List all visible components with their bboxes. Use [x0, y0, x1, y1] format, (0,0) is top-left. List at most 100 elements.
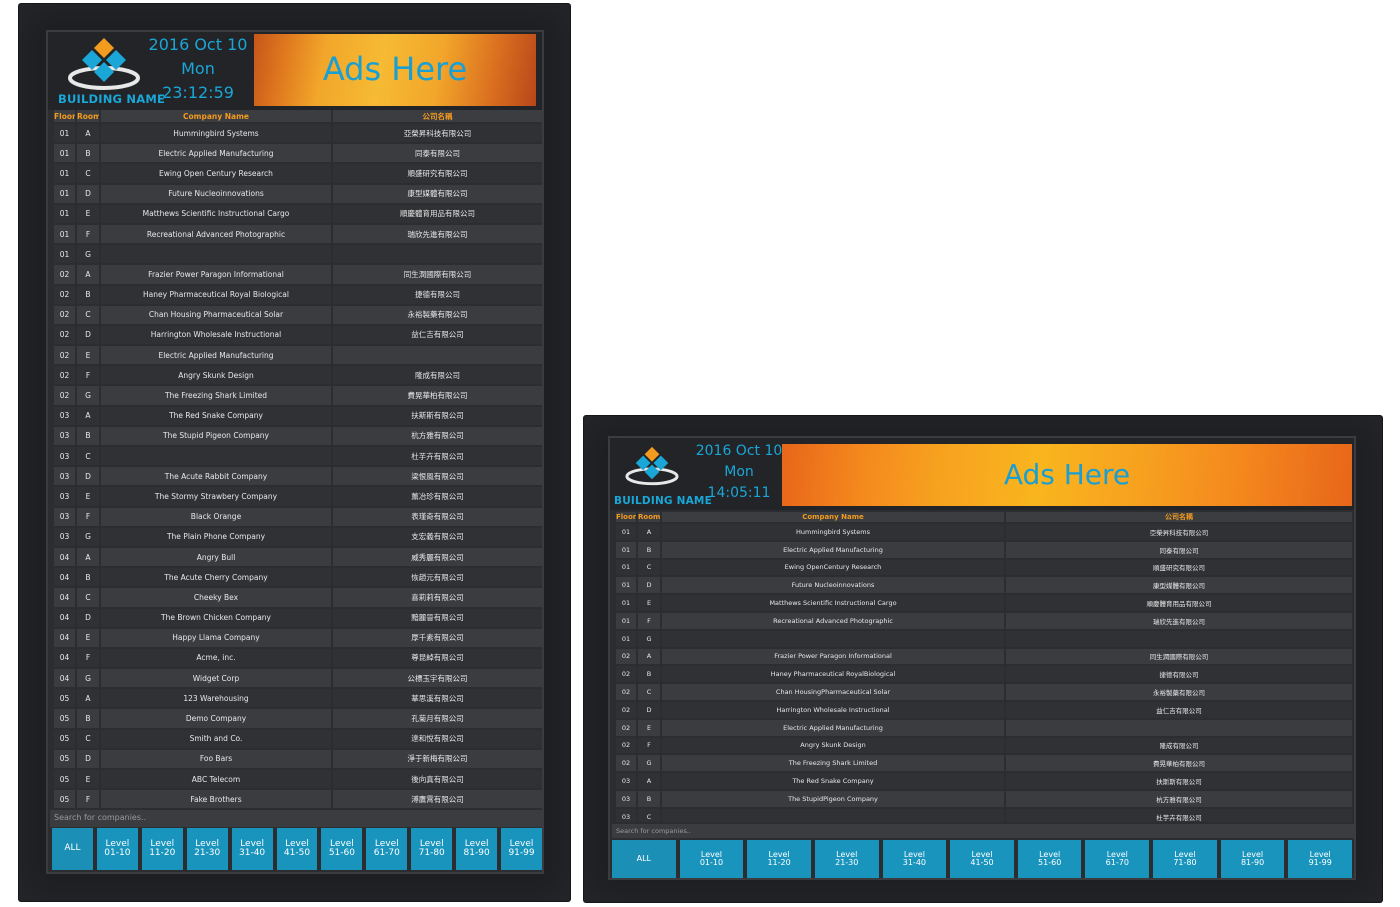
col-company-header: Company Name: [101, 110, 331, 122]
level-filter-button[interactable]: Level 31-40: [882, 840, 947, 878]
level-filter-button[interactable]: Level 21-30: [186, 828, 228, 870]
table-row[interactable]: 01 G: [616, 630, 1352, 647]
chinese-name-cell: 淨于新梅有限公司: [333, 749, 542, 768]
search-input[interactable]: Search for companies..: [612, 824, 1354, 838]
all-levels-button[interactable]: ALL: [52, 828, 93, 870]
level-filter-button[interactable]: Level 41-50: [276, 828, 318, 870]
level-filter-button[interactable]: Level 61-70: [1085, 840, 1150, 878]
floor-cell: 04: [54, 588, 75, 607]
level-filter-button[interactable]: Level 11-20: [747, 840, 811, 878]
table-row[interactable]: 03 E The Stormy Strawbery Company 薰冶珍有限公司: [54, 487, 542, 506]
all-levels-button[interactable]: ALL: [612, 840, 676, 878]
table-row[interactable]: 01 B Electric Applied Manufacturing 同泰有限公司: [54, 144, 542, 163]
table-row[interactable]: 05 C Smith and Co. 達和悅有限公司: [54, 729, 542, 748]
table-row[interactable]: 02 B Haney Pharmaceutical Royal Biological…: [54, 285, 542, 304]
table-row[interactable]: 01 F Recreational Advanced Photographic 瑞欣先…: [54, 224, 542, 244]
table-row[interactable]: 04 B The Acute Cherry Company 恢趙元有限公司: [54, 568, 542, 587]
company-name-cell: Matthews Scientific Instructional Cargo: [101, 204, 331, 223]
table-row[interactable]: 04 F Acme, inc. 尊昆綽有限公司: [54, 648, 542, 668]
company-name-cell: [662, 630, 1004, 647]
table-row[interactable]: 02 A Frazier Power Paragon Informational 同生…: [616, 648, 1352, 665]
table-row[interactable]: 01 D Future Nucleoinnovations 康型媒體有限公司: [616, 577, 1352, 594]
table-row[interactable]: 03 F Black Orange 表瑾奇有限公司: [54, 507, 542, 526]
table-row[interactable]: 03 B The StupidPigeon Company 杭方雅有限公司: [616, 790, 1352, 807]
company-name-cell: Electric Applied Manufacturing: [101, 144, 331, 163]
table-row[interactable]: 01 A Hummingbird Systems 亞榮昇科技有限公司: [616, 524, 1352, 540]
table-row[interactable]: 02 A Frazier Power Paragon Informational 同生…: [54, 265, 542, 284]
ads-banner[interactable]: Ads Here: [254, 34, 536, 106]
level-filter-button[interactable]: Level 01-10: [96, 828, 138, 870]
table-row[interactable]: 02 F Angry Skunk Design 隆成有限公司: [54, 366, 542, 385]
level-filter-button[interactable]: Level 61-70: [366, 828, 408, 870]
chinese-name-cell: 華思溪有限公司: [333, 689, 542, 708]
level-filter-button[interactable]: Level 01-10: [679, 840, 744, 878]
table-row[interactable]: 01 C Ewing OpenCentury Research 順盛研究有限公司: [616, 559, 1352, 576]
room-cell: B: [77, 285, 99, 304]
table-row[interactable]: 04 E Happy Llama Company 厚千素有限公司: [54, 628, 542, 647]
room-cell: F: [77, 224, 99, 244]
table-row[interactable]: 03 C 杜芋卉有限公司: [54, 447, 542, 466]
table-row[interactable]: 02 F Angry Skunk Design 隆成有限公司: [616, 737, 1352, 754]
table-row[interactable]: 05 B Demo Company 孔菊月有限公司: [54, 709, 542, 728]
portrait-display-screen: BUILDING NAME 2016 Oct 10 Mon 23:12:59 A…: [46, 30, 544, 874]
table-row[interactable]: 03 D The Acute Rabbit Company 梁恨風有限公司: [54, 467, 542, 486]
directory-table-container[interactable]: Floor Room Company Name 公司名稱 01 A Hummingb…: [52, 108, 542, 810]
table-row[interactable]: 02 B Haney Pharmaceutical RoyalBiological 捷…: [616, 666, 1352, 683]
table-row[interactable]: 03 C 杜芋卉有限公司: [616, 808, 1352, 822]
level-filter-button[interactable]: Level 81-90: [1220, 840, 1285, 878]
level-filter-button[interactable]: Level 71-80: [411, 828, 453, 870]
table-row[interactable]: 03 A The Red Snake Company 扶斯斯有限公司: [616, 773, 1352, 789]
table-row[interactable]: 02 D Harrington Wholesale Instructional 益仁吉…: [54, 325, 542, 345]
table-row[interactable]: 02 D Harrington Wholesale Instructional 益仁吉…: [616, 701, 1352, 718]
level-filter-button[interactable]: Level 91-99: [1288, 840, 1353, 878]
table-row[interactable]: 05 A 123 Warehousing 華思溪有限公司: [54, 689, 542, 708]
table-row[interactable]: 03 G The Plain Phone Company 支宏義有限公司: [54, 527, 542, 546]
table-row[interactable]: 05 F Fake Brothers 溥鷹霄有限公司: [54, 790, 542, 809]
floor-cell: 04: [54, 669, 75, 688]
table-row[interactable]: 01 F Recreational Advanced Photographic 瑞欣先…: [616, 612, 1352, 629]
directory-table-container[interactable]: Floor Room Company Name 公司名稱 01 A Hummingb…: [614, 510, 1354, 822]
table-row[interactable]: 05 D Foo Bars 淨于新梅有限公司: [54, 749, 542, 768]
level-filter-button[interactable]: Level 51-60: [1017, 840, 1082, 878]
table-row[interactable]: 05 E ABC Telecom 後向真有限公司: [54, 770, 542, 789]
table-row[interactable]: 02 G The Freezing Shark Limited 費晃華柏有限公司: [54, 386, 542, 405]
directory-table: Floor Room Company Name 公司名稱 01 A Hummingb…: [614, 510, 1354, 822]
chinese-name-cell: 杜芋卉有限公司: [1006, 808, 1352, 822]
table-row[interactable]: 04 D The Brown Chicken Company 黯麗晉有限公司: [54, 608, 542, 627]
level-filter-button[interactable]: Level 91-99: [501, 828, 542, 870]
floor-cell: 01: [616, 559, 636, 576]
level-filter-button[interactable]: Level 41-50: [950, 840, 1014, 878]
table-row[interactable]: 01 B Electric Applied Manufacturing 同泰有限公司: [616, 541, 1352, 558]
table-row[interactable]: 01 E Matthews Scientific Instructional Car…: [616, 595, 1352, 611]
table-row[interactable]: 01 E Matthews Scientific Instructional Car…: [54, 204, 542, 223]
table-row[interactable]: 04 C Cheeky Bex 喜莉莉有限公司: [54, 588, 542, 607]
floor-cell: 01: [616, 630, 636, 647]
table-row[interactable]: 02 E Electric Applied Manufacturing: [616, 719, 1352, 736]
level-filter-button[interactable]: Level 81-90: [456, 828, 498, 870]
table-row[interactable]: 01 D Future Nucleoinnovations 康型媒體有限公司: [54, 184, 542, 203]
table-row[interactable]: 02 C Chan HousingPharmaceutical Solar 永裕製藥有…: [616, 684, 1352, 700]
table-row[interactable]: 04 G Widget Corp 公標玉宇有限公司: [54, 669, 542, 688]
table-row[interactable]: 03 A The Red Snake Company 扶斯斯有限公司: [54, 406, 542, 425]
search-input[interactable]: Search for companies..: [50, 810, 542, 827]
table-row[interactable]: 01 G: [54, 245, 542, 264]
level-filter-button[interactable]: Level 51-60: [321, 828, 363, 870]
level-filter-button[interactable]: Level 11-20: [141, 828, 183, 870]
table-row[interactable]: 02 C Chan Housing Pharmaceutical Solar 永裕製藥…: [54, 305, 542, 324]
room-cell: F: [77, 366, 99, 385]
level-filter-button[interactable]: Level 31-40: [231, 828, 273, 870]
clock: 2016 Oct 10 Mon 14:05:11: [694, 443, 784, 507]
table-row[interactable]: 02 G The Freezing Shark Limited 費晃華柏有限公司: [616, 755, 1352, 772]
table-row[interactable]: 01 C Ewing Open Century Research 順盛研究有限公司: [54, 164, 542, 183]
level-filter-button[interactable]: Level 71-80: [1153, 840, 1217, 878]
table-row[interactable]: 03 B The Stupid Pigeon Company 杭方雅有限公司: [54, 426, 542, 445]
table-row[interactable]: 02 E Electric Applied Manufacturing: [54, 346, 542, 365]
table-row[interactable]: 04 A Angry Bull 威秀麗有限公司: [54, 547, 542, 567]
ads-banner[interactable]: Ads Here: [782, 444, 1352, 506]
level-filter-button[interactable]: Level 21-30: [814, 840, 879, 878]
company-name-cell: The Red Snake Company: [101, 406, 331, 425]
floor-cell: 03: [54, 406, 75, 425]
floor-cell: 02: [616, 737, 636, 754]
room-cell: A: [77, 124, 99, 143]
table-row[interactable]: 01 A Hummingbird Systems 亞榮昇科技有限公司: [54, 124, 542, 143]
